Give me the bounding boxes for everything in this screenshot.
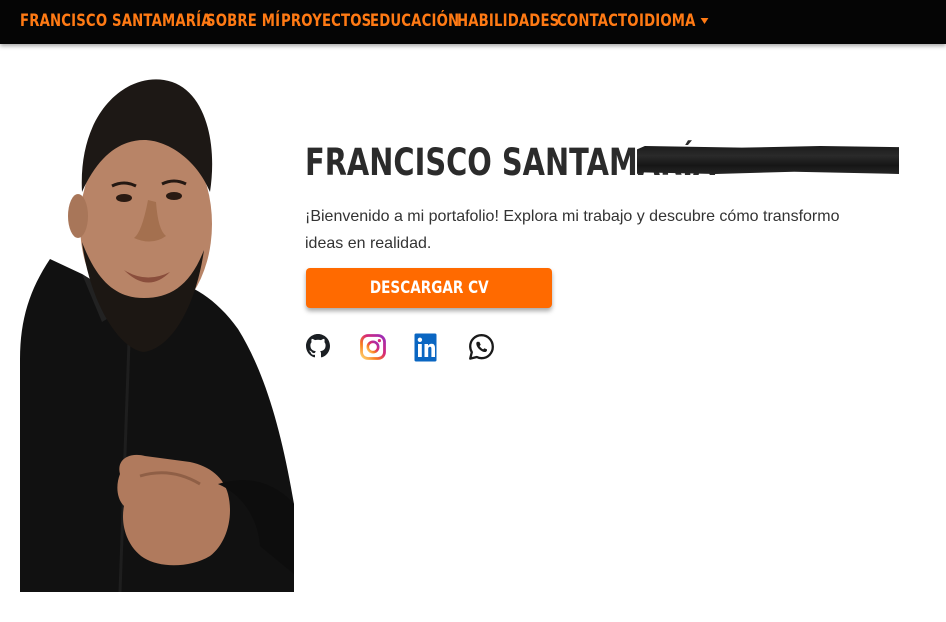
profile-photo: [20, 79, 294, 592]
hero-description: ¡Bienvenido a mi portafolio! Explora mi …: [305, 208, 840, 252]
github-link[interactable]: [304, 331, 332, 363]
caret-down-icon: [700, 18, 709, 24]
nav-idioma-label: IDIOMA: [639, 11, 696, 31]
nav-item-educacion[interactable]: EDUCACIÓN: [370, 10, 459, 32]
download-cv-button[interactable]: DESCARGAR CV: [306, 268, 552, 308]
whatsapp-icon: [469, 334, 494, 360]
navbar: FRANCISCO SANTAMARÍA SOBRE MÍ PROYECTOS …: [0, 0, 946, 44]
github-icon: [306, 334, 330, 358]
linkedin-link[interactable]: [413, 331, 441, 363]
nav-item-proyectos[interactable]: PROYECTOS: [281, 10, 371, 32]
nav-item-idioma-dropdown[interactable]: IDIOMA: [639, 10, 709, 32]
brush-stroke-decoration: [637, 146, 899, 174]
download-cv-label: DESCARGAR CV: [369, 278, 489, 298]
nav-item-habilidades[interactable]: HABILIDADES: [457, 10, 559, 32]
instagram-icon: [360, 334, 386, 360]
linkedin-icon: [414, 333, 437, 362]
nav-brand-link[interactable]: FRANCISCO SANTAMARÍA: [20, 10, 212, 32]
instagram-link[interactable]: [359, 331, 387, 363]
nav-item-sobre-mi[interactable]: SOBRE MÍ: [206, 10, 280, 32]
whatsapp-link[interactable]: [467, 331, 495, 363]
nav-item-contacto[interactable]: CONTACTO: [557, 10, 639, 32]
